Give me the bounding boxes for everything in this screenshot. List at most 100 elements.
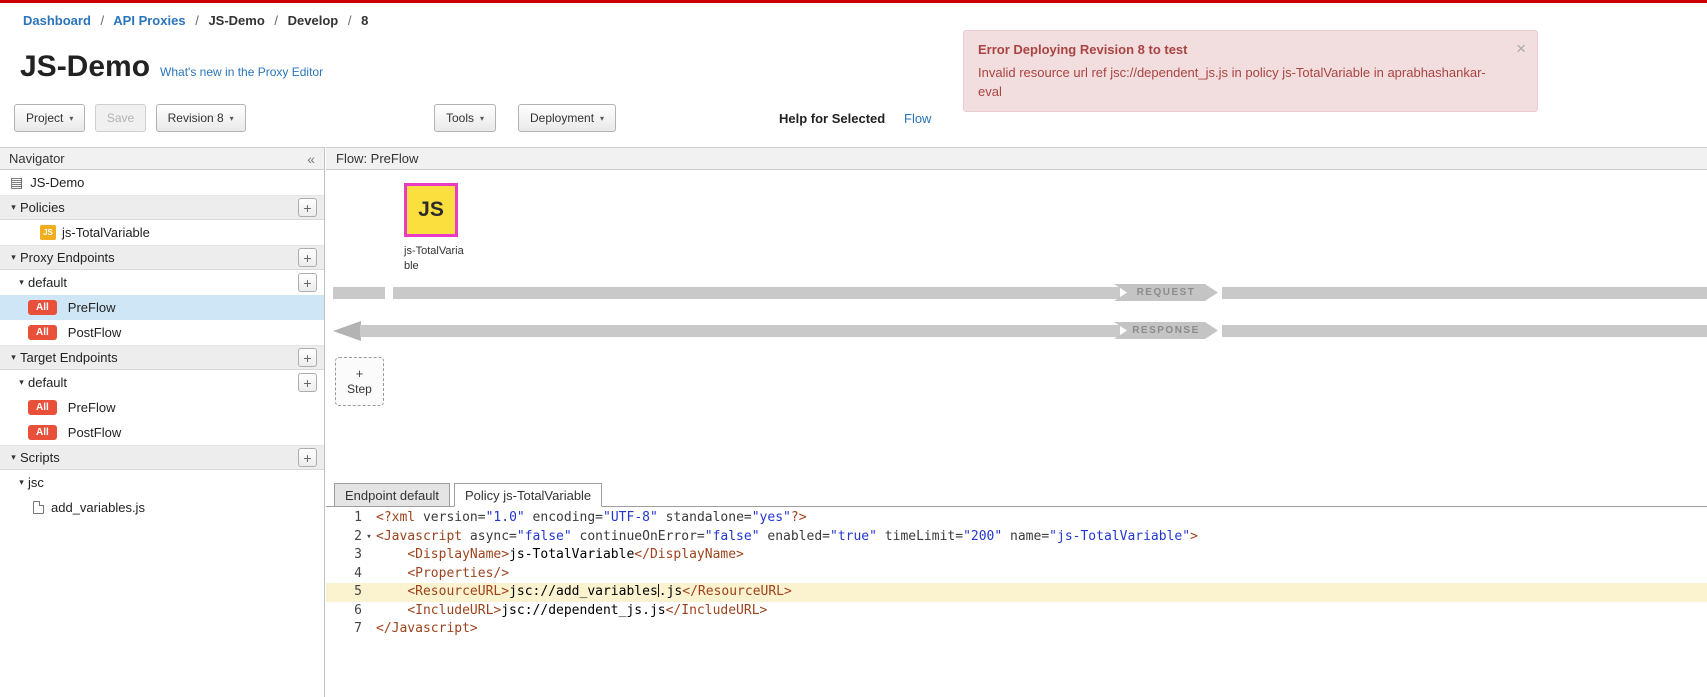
sidebar-section-target-endpoints[interactable]: ▾ Target Endpoints + — [0, 345, 324, 370]
sidebar-section-policies[interactable]: ▾ Policies + — [0, 195, 324, 220]
code-token: </DisplayName> — [634, 547, 744, 562]
file-icon — [33, 501, 44, 514]
policy-node-js-totalvariable[interactable]: JS — [404, 183, 458, 237]
code-token: "1.0" — [486, 510, 525, 525]
collapse-sidebar-icon[interactable]: « — [307, 151, 315, 167]
tree-item-jsc-folder[interactable]: ▾ jsc — [0, 470, 324, 495]
tree-item-proxy-default[interactable]: ▾ default + — [0, 270, 324, 295]
add-proxy-flow-button[interactable]: + — [298, 273, 317, 292]
code-token: async= — [470, 529, 517, 544]
code-line-5[interactable]: 5 <ResourceURL>jsc://add_variables.js</R… — [326, 583, 1707, 602]
chevron-down-icon[interactable]: ▾ — [7, 202, 20, 213]
chevron-down-icon[interactable]: ▾ — [7, 352, 20, 363]
close-icon[interactable]: × — [1516, 36, 1526, 62]
add-script-button[interactable]: + — [298, 448, 317, 467]
fold-gutter — [362, 565, 376, 584]
error-message: Invalid resource url ref jsc://dependent… — [978, 63, 1497, 102]
line-number: 4 — [326, 565, 362, 584]
flow-header-label: Flow: PreFlow — [336, 151, 418, 166]
code-token: <DisplayName> — [407, 547, 509, 562]
code-text: </Javascript> — [376, 620, 478, 639]
response-lane-segment — [1222, 325, 1707, 337]
tree-item-label: default — [28, 375, 67, 390]
code-line-4[interactable]: 4 <Properties/> — [326, 565, 1707, 584]
proxy-root-icon: ▤ — [10, 174, 23, 191]
tree-item-target-preflow[interactable]: All PreFlow — [0, 395, 324, 420]
tree-item-proxy-preflow[interactable]: All PreFlow — [0, 295, 324, 320]
code-token — [376, 584, 407, 599]
fold-gutter — [362, 620, 376, 639]
tree-item-label: default — [28, 275, 67, 290]
tree-item-root-js-demo[interactable]: ▤ JS-Demo — [0, 170, 324, 195]
save-button[interactable]: Save — [95, 104, 146, 132]
revision-button-label: Revision 8 — [168, 111, 224, 125]
code-line-7[interactable]: 7 </Javascript> — [326, 620, 1707, 639]
flow-header: Flow: PreFlow — [326, 147, 1707, 170]
chevron-down-icon[interactable]: ▾ — [15, 377, 28, 388]
chevron-down-icon[interactable]: ▾ — [15, 277, 28, 288]
deployment-button[interactable]: Deployment ▾ — [518, 104, 616, 132]
chevron-down-icon[interactable]: ▾ — [7, 452, 20, 463]
code-token: encoding= — [525, 510, 603, 525]
navigator-header: Navigator « — [0, 147, 324, 170]
tree-item-label: jsc — [28, 475, 44, 490]
breadcrumb-revision: 8 — [361, 13, 368, 28]
tree-item-label: PreFlow — [68, 400, 116, 415]
code-token: ?> — [791, 510, 807, 525]
fold-arrow-icon[interactable]: ▾ — [362, 528, 376, 547]
code-token: </Javascript> — [376, 621, 478, 636]
request-lane-segment — [333, 287, 385, 299]
code-token: <Javascript — [376, 529, 470, 544]
code-token: jsc://add_variables — [509, 584, 658, 599]
tree-item-label: JS-Demo — [30, 175, 84, 190]
code-line-1[interactable]: 1<?xml version="1.0" encoding="UTF-8" st… — [326, 509, 1707, 528]
tools-button[interactable]: Tools ▾ — [434, 104, 496, 132]
code-token — [376, 566, 407, 581]
fold-gutter — [362, 546, 376, 565]
add-policy-button[interactable]: + — [298, 198, 317, 217]
code-line-3[interactable]: 3 <DisplayName>js-TotalVariable</Display… — [326, 546, 1707, 565]
add-step-button[interactable]: + Step — [335, 357, 384, 406]
tree-item-add-variables-js[interactable]: add_variables.js — [0, 495, 324, 520]
section-label: Target Endpoints — [20, 350, 118, 365]
line-number: 5 — [326, 583, 362, 602]
line-number: 7 — [326, 620, 362, 639]
breadcrumb-separator: / — [195, 13, 199, 28]
add-target-flow-button[interactable]: + — [298, 373, 317, 392]
page-header: JS-Demo What's new in the Proxy Editor — [20, 50, 323, 84]
flow-help-link[interactable]: Flow — [904, 111, 931, 126]
whats-new-link[interactable]: What's new in the Proxy Editor — [160, 65, 323, 79]
tree-item-policy-js-totalvariable[interactable]: JS js-TotalVariable — [0, 220, 324, 245]
tab-policy-js-totalvariable[interactable]: Policy js-TotalVariable — [454, 483, 602, 507]
code-lines[interactable]: 1<?xml version="1.0" encoding="UTF-8" st… — [326, 507, 1707, 639]
code-line-2[interactable]: 2▾<Javascript async="false" continueOnEr… — [326, 528, 1707, 547]
tree-item-target-postflow[interactable]: All PostFlow — [0, 420, 324, 445]
help-for-selected-label: Help for Selected — [779, 111, 885, 126]
tree-item-label: add_variables.js — [51, 500, 145, 515]
breadcrumb-js-demo: JS-Demo — [208, 13, 264, 28]
code-panel: Endpoint default Policy js-TotalVariable… — [326, 482, 1707, 697]
chevron-down-icon[interactable]: ▾ — [7, 252, 20, 263]
code-token: .js — [659, 584, 682, 599]
code-token: > — [1190, 529, 1198, 544]
breadcrumb-dashboard[interactable]: Dashboard — [23, 13, 91, 28]
tree-item-proxy-postflow[interactable]: All PostFlow — [0, 320, 324, 345]
chevron-down-icon[interactable]: ▾ — [15, 477, 28, 488]
project-button[interactable]: Project ▾ — [14, 104, 85, 132]
js-policy-node-icon: JS — [418, 198, 444, 222]
code-line-6[interactable]: 6 <IncludeURL>jsc://dependent_js.js</Inc… — [326, 602, 1707, 621]
request-lane-segment — [1222, 287, 1707, 299]
chevron-down-icon: ▾ — [69, 114, 73, 123]
navigator-panel: Navigator « ▤ JS-Demo ▾ Policies + JS js… — [0, 147, 325, 697]
tab-endpoint-default[interactable]: Endpoint default — [334, 483, 450, 507]
revision-button[interactable]: Revision 8 ▾ — [156, 104, 246, 132]
breadcrumb-separator: / — [274, 13, 278, 28]
add-target-endpoint-button[interactable]: + — [298, 348, 317, 367]
add-proxy-endpoint-button[interactable]: + — [298, 248, 317, 267]
sidebar-section-scripts[interactable]: ▾ Scripts + — [0, 445, 324, 470]
sidebar-section-proxy-endpoints[interactable]: ▾ Proxy Endpoints + — [0, 245, 324, 270]
breadcrumb-api-proxies[interactable]: API Proxies — [113, 13, 185, 28]
code-token: <?xml — [376, 510, 423, 525]
chevron-down-icon: ▾ — [600, 114, 604, 123]
tree-item-target-default[interactable]: ▾ default + — [0, 370, 324, 395]
